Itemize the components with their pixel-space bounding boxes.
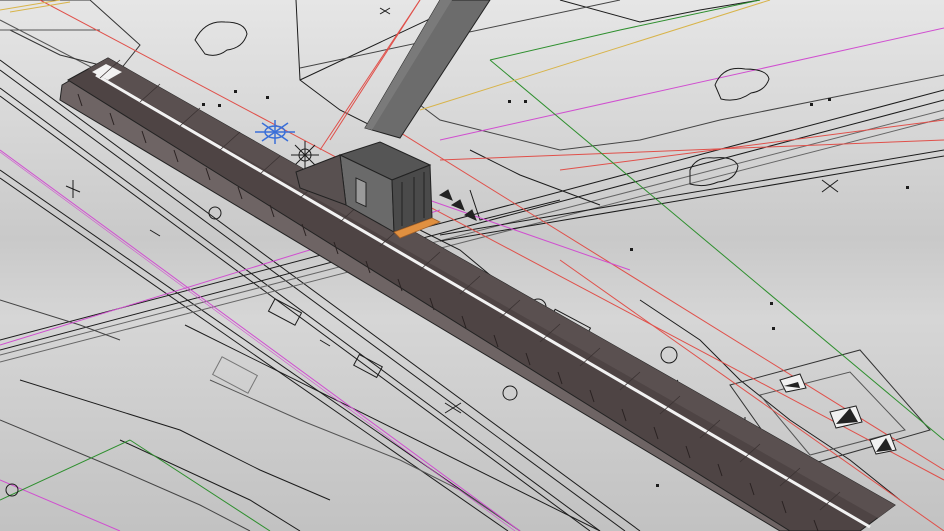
cad-3d-viewport[interactable] — [0, 0, 944, 531]
model-canvas[interactable] — [0, 0, 944, 531]
